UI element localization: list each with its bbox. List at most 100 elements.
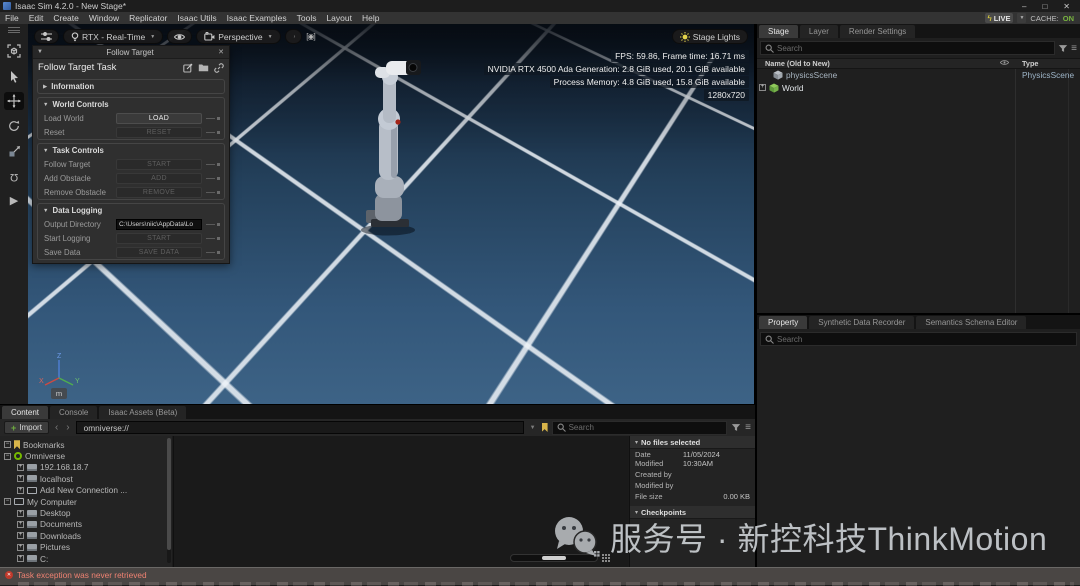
tab-isaac-assets[interactable]: Isaac Assets (Beta) [99,406,186,419]
stage-row-physics-scene[interactable]: physicsScene PhysicsScene [757,69,1080,82]
tree-item-pictures[interactable]: + Pictures [0,542,172,553]
tab-synthetic-data-recorder[interactable]: Synthetic Data Recorder [809,316,914,329]
size-slider-track[interactable] [510,554,598,562]
expand-icon[interactable]: + [17,475,24,482]
tree-item-add-connection[interactable]: + Add New Connection ... [0,485,172,496]
menu-replicator[interactable]: Replicator [124,13,172,23]
stage-row-world[interactable]: + World [757,82,1080,95]
panel-close-button[interactable]: ✕ [213,48,229,56]
collapse-icon[interactable]: − [4,498,11,505]
follow-target-panel-titlebar[interactable]: ▼ Follow Target ✕ [33,46,229,59]
menu-layout[interactable]: Layout [321,13,357,23]
close-button[interactable]: ✕ [1063,2,1070,11]
visibility-button[interactable] [167,29,192,44]
menu-edit[interactable]: Edit [24,13,49,23]
tab-property[interactable]: Property [759,316,807,329]
checkpoints-header[interactable]: ▾ Checkpoints [630,506,755,519]
frame-select-tool[interactable] [4,42,24,60]
stage-search[interactable] [760,41,1055,55]
reset-button[interactable]: RESET [116,127,202,138]
tab-layer[interactable]: Layer [800,25,838,38]
tree-item-desktop[interactable]: + Desktop [0,507,172,518]
scale-tool[interactable] [4,142,24,160]
snap-tool[interactable]: Ω [4,167,24,185]
tree-item-c-drive[interactable]: + C: [0,553,172,564]
import-button[interactable]: + Import [4,421,49,434]
tree-item-server[interactable]: + 192.168.18.7 [0,462,172,473]
path-caret-icon[interactable]: ▼ [528,425,538,431]
expand-icon[interactable]: + [17,555,24,562]
collapse-icon[interactable]: − [4,453,11,460]
expand-icon[interactable]: + [17,464,24,471]
load-button[interactable]: LOAD [116,113,202,124]
name-column-header[interactable]: Name (Old to New) [757,59,830,68]
nav-forward-button[interactable]: › [64,422,71,433]
renderer-selector[interactable]: RTX - Real-Time ▼ [63,29,163,44]
view-options-icon[interactable]: ≡ [745,422,751,433]
start-follow-button[interactable]: START [116,159,202,170]
menu-isaac-examples[interactable]: Isaac Examples [222,13,292,23]
viewport[interactable]: RTX - Real-Time ▼ Perspective ▼ › [◉] St… [28,24,755,404]
selection-header[interactable]: ▾ No files selected [630,436,755,449]
tab-content[interactable]: Content [2,406,48,419]
tree-item-my-computer[interactable]: − My Computer [0,496,172,507]
minimize-button[interactable]: – [1022,2,1026,11]
live-button[interactable]: ϟ LIVE [985,13,1014,23]
add-obstacle-button[interactable]: ADD [116,173,202,184]
viewport-settings-button[interactable] [34,29,59,44]
axis-gizmo[interactable]: Z X Y m [36,352,82,399]
menu-isaac-utils[interactable]: Isaac Utils [172,13,221,23]
live-caret-button[interactable]: ▼ [1017,13,1026,23]
expand-icon[interactable]: + [17,521,24,528]
menu-tools[interactable]: Tools [292,13,322,23]
collapse-caret-icon[interactable]: ▼ [33,49,47,55]
tab-stage[interactable]: Stage [759,25,798,38]
link-icon[interactable] [214,63,224,73]
menu-file[interactable]: File [0,13,24,23]
path-breadcrumb[interactable] [76,421,524,434]
size-slider-handle[interactable] [542,556,566,560]
filter-icon[interactable] [731,423,741,432]
type-column-header[interactable]: Type [1022,59,1039,68]
bookmark-icon[interactable] [542,423,548,432]
expand-icon[interactable]: + [17,544,24,551]
tab-semantics-schema-editor[interactable]: Semantics Schema Editor [916,316,1026,329]
expand-icon[interactable]: + [17,532,24,539]
tree-item-bookmarks[interactable]: − Bookmarks [0,439,172,450]
start-logging-button[interactable]: START [116,233,202,244]
tree-item-localhost[interactable]: + localhost [0,473,172,484]
output-directory-field[interactable] [116,219,202,230]
expand-icon[interactable]: + [17,487,24,494]
save-data-button[interactable]: SAVE DATA [116,247,202,258]
menu-help[interactable]: Help [357,13,384,23]
play-button[interactable]: ▶ [4,192,24,210]
toolbar-grip[interactable] [8,27,20,33]
collapse-icon[interactable]: − [4,441,11,448]
tree-scrollbar[interactable] [167,438,171,563]
folder-icon[interactable] [198,63,209,72]
expand-toolbar-button[interactable]: › [285,29,303,44]
property-search[interactable] [760,332,1077,346]
tab-render-settings[interactable]: Render Settings [840,25,915,38]
camera-selector[interactable]: Perspective ▼ [196,29,280,44]
content-search[interactable] [552,421,728,435]
rotate-tool[interactable] [4,117,24,135]
nav-back-button[interactable]: ‹ [53,422,60,433]
tab-console[interactable]: Console [50,406,97,419]
select-tool[interactable] [4,67,24,85]
information-section[interactable]: ▶ Information [37,79,225,94]
maximize-button[interactable]: □ [1042,2,1047,11]
file-grid[interactable] [173,436,628,567]
menu-window[interactable]: Window [84,13,124,23]
expand-icon[interactable]: + [759,84,766,91]
edit-icon[interactable] [183,63,193,73]
menu-create[interactable]: Create [48,13,84,23]
expand-icon[interactable]: + [17,510,24,517]
filter-icon[interactable] [1058,44,1068,53]
options-menu-icon[interactable]: ≡ [1071,43,1077,54]
grid-view-icon[interactable] [602,554,610,562]
tree-item-downloads[interactable]: + Downloads [0,530,172,541]
tree-item-documents[interactable]: + Documents [0,519,172,530]
tree-item-omniverse[interactable]: − Omniverse [0,450,172,461]
stage-lights-button[interactable]: Stage Lights [672,29,748,44]
